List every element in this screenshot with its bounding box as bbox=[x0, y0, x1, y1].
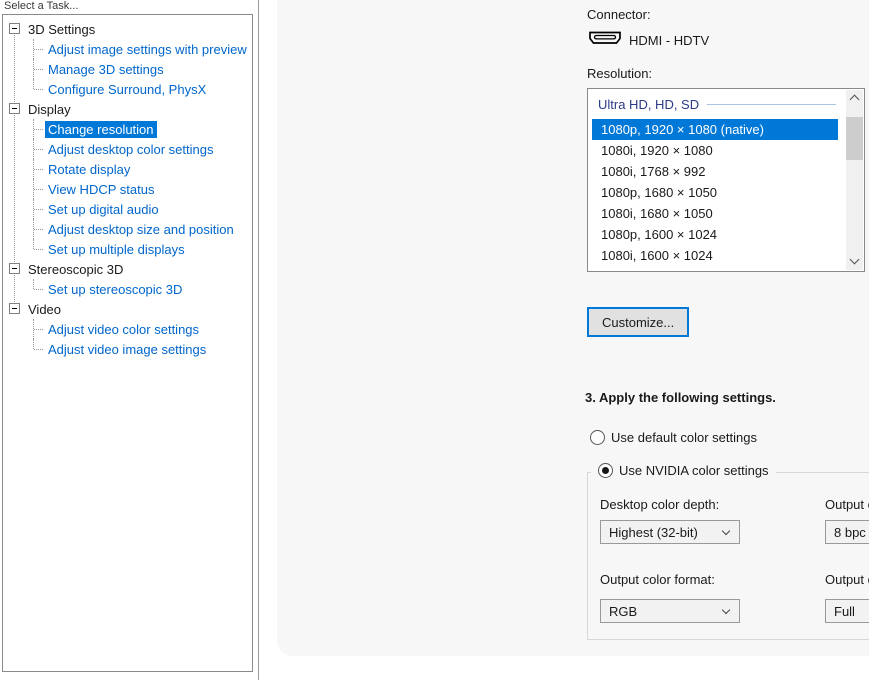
select-task-header: Select a Task... bbox=[4, 0, 78, 12]
resolution-label: Resolution: bbox=[587, 66, 652, 81]
sidebar-tree-item[interactable]: Set up multiple displays bbox=[3, 239, 252, 259]
resolution-list-item[interactable]: 1080p, 1680 × 1050 bbox=[592, 182, 838, 203]
resolution-group-header-text: Ultra HD, HD, SD bbox=[598, 97, 699, 112]
sidebar-item-label[interactable]: Adjust video image settings bbox=[45, 341, 209, 358]
radio-label: Use NVIDIA color settings bbox=[619, 463, 769, 478]
sidebar-tree-item[interactable]: Video bbox=[3, 299, 252, 319]
sidebar-splitter[interactable] bbox=[258, 0, 259, 680]
chevron-down-icon bbox=[722, 527, 730, 535]
sidebar-tree-item[interactable]: Change resolution bbox=[3, 119, 252, 139]
resolution-list-item[interactable]: 1080p, 1600 × 1024 bbox=[592, 224, 838, 245]
sidebar-tree-item[interactable]: Display bbox=[3, 99, 252, 119]
tree-collapse-icon[interactable] bbox=[9, 263, 20, 274]
sidebar-item-label[interactable]: View HDCP status bbox=[45, 181, 157, 198]
output-color-depth-value: 8 bpc bbox=[834, 525, 866, 540]
sidebar-tree-item[interactable]: Rotate display bbox=[3, 159, 252, 179]
task-tree-panel: 3D Settings Adjust image settings with p… bbox=[2, 14, 253, 672]
apply-settings-heading: 3. Apply the following settings. bbox=[585, 390, 776, 405]
sidebar-tree-item[interactable]: Adjust image settings with preview bbox=[3, 39, 252, 59]
sidebar-item-label[interactable]: Configure Surround, PhysX bbox=[45, 81, 209, 98]
scrollbar-down-icon[interactable] bbox=[846, 253, 863, 270]
nvidia-color-settings-group: Use NVIDIA color settings Desktop color … bbox=[587, 472, 869, 640]
resolution-list: 1080p, 1920 × 1080 (native) 1080i, 1920 … bbox=[592, 119, 838, 266]
sidebar-tree-item[interactable]: Set up stereoscopic 3D bbox=[3, 279, 252, 299]
tree-collapse-icon[interactable] bbox=[9, 303, 20, 314]
output-color-depth-label: Output color depth: bbox=[825, 497, 869, 512]
sidebar-tree-item[interactable]: Adjust video image settings bbox=[3, 339, 252, 359]
sidebar-item-label[interactable]: Adjust video color settings bbox=[45, 321, 202, 338]
change-resolution-page: Connector: HDMI - HDTV Resolution: Ultra… bbox=[277, 0, 869, 656]
connector-value: HDMI - HDTV bbox=[629, 33, 709, 48]
output-dynamic-range-label: Output dynamic range: bbox=[825, 572, 869, 587]
sidebar-item-label[interactable]: Set up digital audio bbox=[45, 201, 162, 218]
output-color-format-value: RGB bbox=[609, 604, 637, 619]
sidebar-item-label[interactable]: Rotate display bbox=[45, 161, 133, 178]
chevron-down-icon bbox=[722, 606, 730, 614]
scrollbar-thumb[interactable] bbox=[846, 117, 863, 160]
sidebar-item-label[interactable]: Change resolution bbox=[45, 121, 157, 138]
sidebar-tree-item[interactable]: Adjust video color settings bbox=[3, 319, 252, 339]
desktop-color-depth-value: Highest (32-bit) bbox=[609, 525, 698, 540]
nvidia-color-settings-option[interactable]: Use NVIDIA color settings bbox=[591, 463, 776, 478]
connector-label: Connector: bbox=[587, 7, 651, 22]
output-color-format-dropdown[interactable]: RGB bbox=[600, 599, 740, 623]
desktop-color-depth-label: Desktop color depth: bbox=[600, 497, 719, 512]
resolution-list-item[interactable]: 1080p, 1920 × 1080 (native) bbox=[592, 119, 838, 140]
scrollbar-up-icon[interactable] bbox=[846, 90, 863, 107]
sidebar-item-label[interactable]: 3D Settings bbox=[25, 21, 98, 38]
desktop-color-depth-dropdown[interactable]: Highest (32-bit) bbox=[600, 520, 740, 544]
radio-unchecked-icon[interactable] bbox=[590, 430, 605, 445]
sidebar-tree-item[interactable]: Adjust desktop color settings bbox=[3, 139, 252, 159]
sidebar-tree-item[interactable]: View HDCP status bbox=[3, 179, 252, 199]
hdmi-connector-icon bbox=[588, 30, 622, 49]
sidebar-tree-item[interactable]: Configure Surround, PhysX bbox=[3, 79, 252, 99]
sidebar-item-label[interactable]: Adjust desktop color settings bbox=[45, 141, 216, 158]
sidebar-tree-item[interactable]: Adjust desktop size and position bbox=[3, 219, 252, 239]
sidebar-tree-item[interactable]: 3D Settings bbox=[3, 19, 252, 39]
resolution-group-header: Ultra HD, HD, SD bbox=[598, 97, 836, 112]
radio-label: Use default color settings bbox=[611, 430, 757, 445]
sidebar-tree-item[interactable]: Set up digital audio bbox=[3, 199, 252, 219]
sidebar-item-label[interactable]: Adjust image settings with preview bbox=[45, 41, 250, 58]
resolution-list-item[interactable]: 1080i, 1600 × 1024 bbox=[592, 245, 838, 266]
tree-collapse-icon[interactable] bbox=[9, 23, 20, 34]
output-color-format-label: Output color format: bbox=[600, 572, 715, 587]
output-dynamic-range-value: Full bbox=[834, 604, 855, 619]
sidebar-tree-item[interactable]: Stereoscopic 3D bbox=[3, 259, 252, 279]
resolution-list-item[interactable]: 1080i, 1920 × 1080 bbox=[592, 140, 838, 161]
default-color-settings-option[interactable]: Use default color settings bbox=[590, 430, 757, 445]
output-color-depth-dropdown[interactable]: 8 bpc bbox=[825, 520, 869, 544]
sidebar-item-label[interactable]: Display bbox=[25, 101, 74, 118]
resolution-list-item[interactable]: 1080i, 1768 × 992 bbox=[592, 161, 838, 182]
tree-collapse-icon[interactable] bbox=[9, 103, 20, 114]
task-tree: 3D Settings Adjust image settings with p… bbox=[3, 15, 252, 359]
output-dynamic-range-dropdown[interactable]: Full bbox=[825, 599, 869, 623]
sidebar-item-label[interactable]: Video bbox=[25, 301, 64, 318]
sidebar-tree-item[interactable]: Manage 3D settings bbox=[3, 59, 252, 79]
sidebar-item-label[interactable]: Set up stereoscopic 3D bbox=[45, 281, 185, 298]
listbox-scrollbar[interactable] bbox=[846, 90, 863, 270]
resolution-list-item[interactable]: 1080i, 1680 × 1050 bbox=[592, 203, 838, 224]
resolution-listbox[interactable]: Ultra HD, HD, SD 1080p, 1920 × 1080 (nat… bbox=[587, 88, 865, 272]
sidebar-item-label[interactable]: Stereoscopic 3D bbox=[25, 261, 126, 278]
sidebar-item-label[interactable]: Adjust desktop size and position bbox=[45, 221, 237, 238]
radio-checked-icon[interactable] bbox=[598, 463, 613, 478]
sidebar-item-label[interactable]: Manage 3D settings bbox=[45, 61, 167, 78]
sidebar-item-label[interactable]: Set up multiple displays bbox=[45, 241, 188, 258]
group-header-rule bbox=[707, 104, 836, 105]
customize-button[interactable]: Customize... bbox=[587, 307, 689, 337]
